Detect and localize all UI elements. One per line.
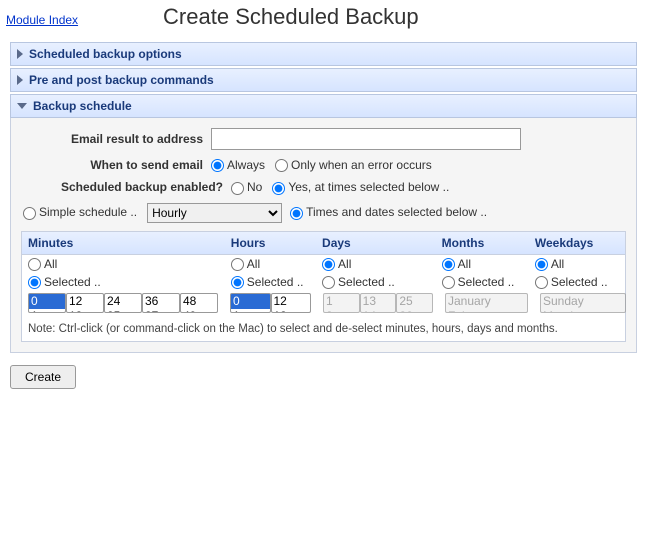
simple-label: Simple schedule .. bbox=[39, 205, 137, 219]
when-always-text: Always bbox=[227, 158, 265, 172]
chevron-right-icon bbox=[17, 49, 23, 59]
list-item[interactable]: 121314151617181920212223 bbox=[66, 293, 104, 313]
module-index-link[interactable]: Module Index bbox=[6, 13, 78, 27]
schedule-table: Minutes Hours Days Months Weekdays All A… bbox=[21, 231, 626, 343]
enabled-no-radio[interactable] bbox=[231, 182, 244, 195]
months-sel-radio[interactable] bbox=[442, 276, 455, 289]
when-error-radio[interactable] bbox=[275, 159, 288, 172]
schedule-note: Note: Ctrl-click (or command-click on th… bbox=[22, 319, 625, 341]
panel-schedule-title: Backup schedule bbox=[33, 99, 132, 113]
list-item[interactable]: 01234567891011 bbox=[230, 293, 271, 313]
weekdays-all-radio[interactable] bbox=[535, 258, 548, 271]
email-label: Email result to address bbox=[21, 132, 211, 146]
list-item: 123456789101112 bbox=[323, 293, 360, 313]
times-radio[interactable] bbox=[290, 207, 303, 220]
enabled-label: Scheduled backup enabled? bbox=[21, 180, 231, 194]
simple-radio[interactable] bbox=[23, 207, 36, 220]
list-item[interactable]: 242526272829303132333435 bbox=[104, 293, 142, 313]
enabled-yes-radio[interactable] bbox=[272, 182, 285, 195]
list-item: JanuaryFebruaryMarchAprilMayJuneJulyAugu… bbox=[445, 293, 528, 313]
col-days-header: Days bbox=[316, 232, 436, 254]
when-error-text: Only when an error occurs bbox=[291, 158, 432, 172]
chevron-down-icon bbox=[17, 103, 27, 109]
panel-options-title: Scheduled backup options bbox=[29, 47, 182, 61]
panel-options-header[interactable]: Scheduled backup options bbox=[10, 42, 637, 66]
col-minutes-header: Minutes bbox=[22, 232, 225, 254]
list-item[interactable]: 363738394041424344454647 bbox=[142, 293, 180, 313]
list-item: 25262728293031 bbox=[396, 293, 433, 313]
minutes-sel-radio[interactable] bbox=[28, 276, 41, 289]
when-label: When to send email bbox=[21, 158, 211, 172]
panel-schedule-body: Email result to address When to send ema… bbox=[10, 118, 637, 353]
col-weekdays-header: Weekdays bbox=[529, 232, 625, 254]
chevron-right-icon bbox=[17, 75, 23, 85]
days-sel-radio[interactable] bbox=[322, 276, 335, 289]
create-button[interactable]: Create bbox=[10, 365, 76, 389]
months-all-radio[interactable] bbox=[442, 258, 455, 271]
simple-select[interactable]: Hourly bbox=[147, 203, 282, 223]
enabled-no-text: No bbox=[247, 180, 262, 194]
page-title: Create Scheduled Backup bbox=[163, 4, 419, 30]
col-months-header: Months bbox=[436, 232, 529, 254]
list-item[interactable]: 484950515253545556575859 bbox=[180, 293, 218, 313]
list-item: SundayMondayTuesdayWednesdayThursdayFrid… bbox=[540, 293, 626, 313]
days-all-radio[interactable] bbox=[322, 258, 335, 271]
panel-schedule-header[interactable]: Backup schedule bbox=[10, 94, 637, 118]
email-input[interactable] bbox=[211, 128, 521, 150]
list-item: 131415161718192021222324 bbox=[360, 293, 397, 313]
panel-commands-header[interactable]: Pre and post backup commands bbox=[10, 68, 637, 92]
list-item[interactable]: 121314151617181920212223 bbox=[271, 293, 312, 313]
col-hours-header: Hours bbox=[225, 232, 316, 254]
weekdays-sel-radio[interactable] bbox=[535, 276, 548, 289]
list-item[interactable]: 01234567891011 bbox=[28, 293, 66, 313]
minutes-all-radio[interactable] bbox=[28, 258, 41, 271]
enabled-yes-text: Yes, at times selected below .. bbox=[288, 180, 449, 194]
panel-commands-title: Pre and post backup commands bbox=[29, 73, 214, 87]
hours-all-radio[interactable] bbox=[231, 258, 244, 271]
times-label: Times and dates selected below .. bbox=[306, 205, 487, 219]
hours-sel-radio[interactable] bbox=[231, 276, 244, 289]
when-always-radio[interactable] bbox=[211, 159, 224, 172]
